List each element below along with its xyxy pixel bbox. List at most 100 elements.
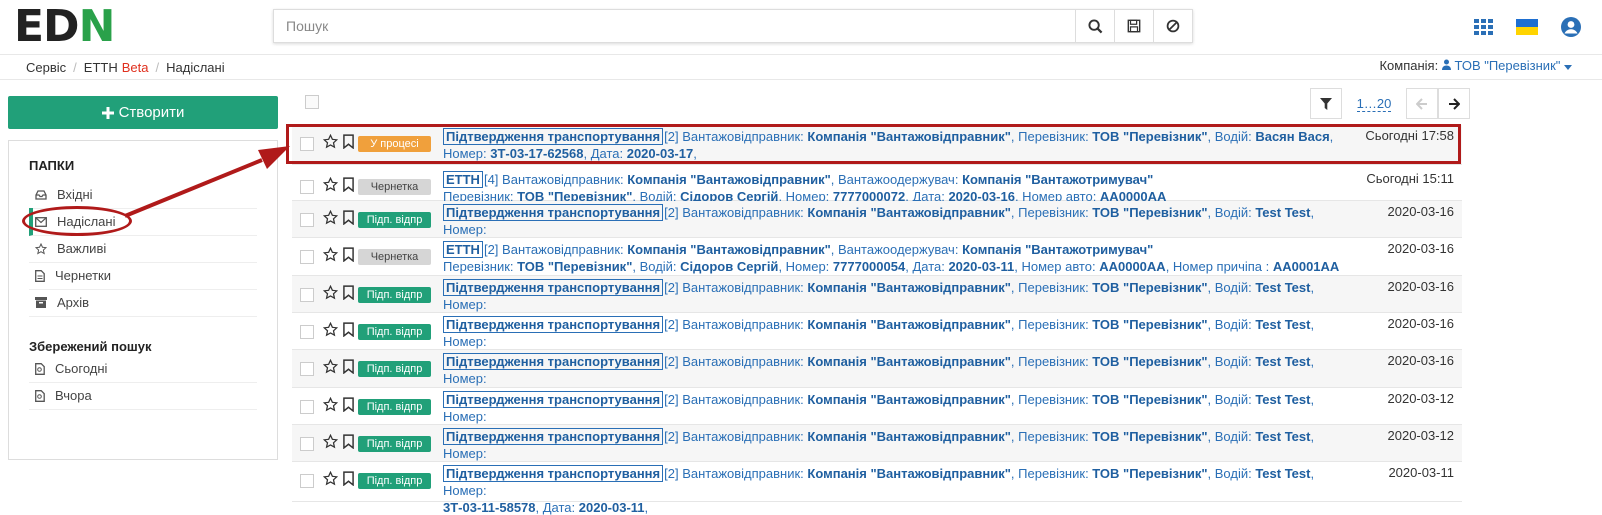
bookmark-icon[interactable] bbox=[343, 247, 354, 262]
bookmark-icon[interactable] bbox=[343, 359, 354, 374]
row-checkbox[interactable] bbox=[300, 288, 314, 302]
select-all-checkbox[interactable] bbox=[305, 95, 319, 109]
bookmark-icon[interactable] bbox=[343, 285, 354, 300]
star-icon[interactable] bbox=[323, 434, 338, 449]
document-row[interactable]: Підп. відпр Підтвердження транспортування… bbox=[292, 388, 1462, 441]
bookmark-icon[interactable] bbox=[343, 434, 354, 449]
document-row[interactable]: Підп. відпр Підтвердження транспортування… bbox=[292, 276, 1462, 329]
document-row[interactable]: Підп. відпр Підтвердження транспортування… bbox=[292, 462, 1462, 515]
next-page-button[interactable] bbox=[1438, 88, 1470, 119]
star-icon[interactable] bbox=[323, 359, 338, 374]
field-label: , Водій: bbox=[1207, 354, 1256, 369]
filter-button[interactable] bbox=[1310, 88, 1342, 119]
row-checkbox[interactable] bbox=[300, 437, 314, 451]
row-checkbox[interactable] bbox=[300, 400, 314, 414]
search-button[interactable] bbox=[1075, 10, 1114, 42]
field-label: , Водій: bbox=[1207, 429, 1256, 444]
bookmark-icon[interactable] bbox=[343, 471, 354, 486]
document-count: [4] bbox=[483, 172, 499, 187]
folder-item-important[interactable]: Важливі bbox=[29, 235, 257, 263]
logo[interactable]: EDN bbox=[14, 5, 115, 49]
bookmark-icon[interactable] bbox=[343, 210, 354, 225]
field-label: Вантажовідправник: bbox=[682, 317, 808, 332]
folder-item-archive[interactable]: Архів bbox=[29, 289, 257, 317]
field-label: Вантажовідправник: bbox=[682, 205, 808, 220]
document-type-link[interactable]: Підтвердження транспортування bbox=[443, 391, 664, 408]
star-icon[interactable] bbox=[323, 177, 338, 192]
row-checkbox[interactable] bbox=[300, 250, 314, 264]
row-checkbox[interactable] bbox=[300, 325, 314, 339]
archive-icon bbox=[35, 297, 47, 308]
create-button-label: Створити bbox=[118, 104, 185, 121]
star-icon[interactable] bbox=[323, 210, 338, 225]
field-value: 3Т-03-17-62568 bbox=[490, 146, 584, 161]
document-row[interactable]: Підп. відпр Підтвердження транспортування… bbox=[292, 201, 1462, 254]
document-summary[interactable]: Підтвердження транспортування [2] Вантажо… bbox=[443, 465, 1343, 515]
user-account-icon[interactable] bbox=[1560, 16, 1582, 38]
star-icon[interactable] bbox=[323, 397, 338, 412]
saved-search-today[interactable]: Сьогодні bbox=[29, 355, 257, 383]
row-checkbox[interactable] bbox=[300, 474, 314, 488]
apps-grid-icon[interactable] bbox=[1474, 19, 1494, 35]
document-summary[interactable]: ЕТТН [2] Вантажовідправник: Компанія "Ван… bbox=[443, 241, 1343, 275]
star-icon[interactable] bbox=[323, 134, 338, 149]
company-label: Компанія: bbox=[1379, 58, 1439, 73]
breadcrumb-ettn[interactable]: ЕТТН bbox=[84, 60, 118, 75]
clear-search-button[interactable] bbox=[1153, 10, 1192, 42]
document-row[interactable]: Підп. відпр Підтвердження транспортування… bbox=[292, 350, 1462, 403]
document-type-link[interactable]: Підтвердження транспортування bbox=[443, 316, 664, 333]
bookmark-icon[interactable] bbox=[343, 177, 354, 192]
document-row[interactable]: Підп. відпр Підтвердження транспортування… bbox=[292, 313, 1462, 366]
bookmark-icon[interactable] bbox=[343, 397, 354, 412]
star-icon[interactable] bbox=[323, 471, 338, 486]
bookmark-icon[interactable] bbox=[343, 322, 354, 337]
bookmark-icon[interactable] bbox=[343, 134, 354, 149]
row-checkbox[interactable] bbox=[300, 180, 314, 194]
document-type-link[interactable]: Підтвердження транспортування bbox=[443, 428, 664, 445]
document-type-link[interactable]: Підтвердження транспортування bbox=[443, 353, 664, 370]
document-type-link[interactable]: Підтвердження транспортування bbox=[443, 204, 664, 221]
document-type-link[interactable]: ЕТТН bbox=[443, 241, 483, 258]
document-type-link[interactable]: ЕТТН bbox=[443, 171, 483, 188]
star-icon[interactable] bbox=[323, 285, 338, 300]
field-label: , Перевізник: bbox=[1010, 354, 1093, 369]
field-label: , Водій: bbox=[1207, 205, 1256, 220]
company-dropdown[interactable]: ТОВ "Перевізник" bbox=[1441, 58, 1572, 73]
breadcrumb-service[interactable]: Сервіс bbox=[26, 60, 66, 75]
document-row[interactable]: У процесі Підтвердження транспортування [2… bbox=[292, 125, 1462, 165]
document-type-link[interactable]: Підтвердження транспортування bbox=[443, 465, 664, 482]
page-range[interactable]: 1…20 bbox=[1350, 88, 1398, 119]
row-checkbox[interactable] bbox=[300, 213, 314, 227]
search-input[interactable] bbox=[274, 10, 1075, 42]
document-type-link[interactable]: Підтвердження транспортування bbox=[443, 279, 664, 296]
prev-page-button[interactable] bbox=[1406, 88, 1438, 119]
field-label: , Водій: bbox=[1207, 392, 1256, 407]
user-icon bbox=[1441, 59, 1451, 70]
field-value: ТОВ "Перевізник" bbox=[1092, 129, 1208, 144]
folder-item-sent[interactable]: Надіслані bbox=[29, 208, 257, 236]
document-count: [2] bbox=[483, 242, 499, 257]
document-icon bbox=[35, 269, 45, 282]
folder-label: Чернетки bbox=[55, 268, 112, 283]
folder-item-inbox[interactable]: Вхідні bbox=[29, 181, 257, 209]
save-search-button[interactable] bbox=[1114, 10, 1153, 42]
create-button[interactable]: Створити bbox=[8, 96, 278, 129]
document-type-link[interactable]: Підтвердження транспортування bbox=[443, 128, 664, 145]
field-label: , Водій: bbox=[1207, 129, 1256, 144]
star-icon[interactable] bbox=[323, 247, 338, 262]
document-row[interactable]: Чернетка ЕТТН [2] Вантажовідправник: Компа… bbox=[292, 238, 1462, 276]
field-label: , Дата: bbox=[583, 146, 627, 161]
saved-search-yesterday[interactable]: Вчора bbox=[29, 382, 257, 410]
document-row[interactable]: Чернетка ЕТТН [4] Вантажовідправник: Компа… bbox=[292, 168, 1462, 204]
star-icon[interactable] bbox=[323, 322, 338, 337]
field-value: ТОВ "Перевізник" bbox=[1092, 354, 1208, 369]
row-checkbox[interactable] bbox=[300, 137, 314, 151]
document-row[interactable]: Підп. відпр Підтвердження транспортування… bbox=[292, 425, 1462, 478]
document-summary[interactable]: Підтвердження транспортування [2] Вантажо… bbox=[443, 128, 1343, 162]
folder-item-drafts[interactable]: Чернетки bbox=[29, 262, 257, 290]
row-checkbox[interactable] bbox=[300, 362, 314, 376]
document-summary[interactable]: ЕТТН [4] Вантажовідправник: Компанія "Ван… bbox=[443, 171, 1343, 205]
ukraine-flag-icon[interactable] bbox=[1516, 19, 1538, 35]
field-value: Компанія "Вантажотримувач" bbox=[962, 242, 1154, 257]
status-badge: Підп. відпр bbox=[358, 436, 431, 452]
